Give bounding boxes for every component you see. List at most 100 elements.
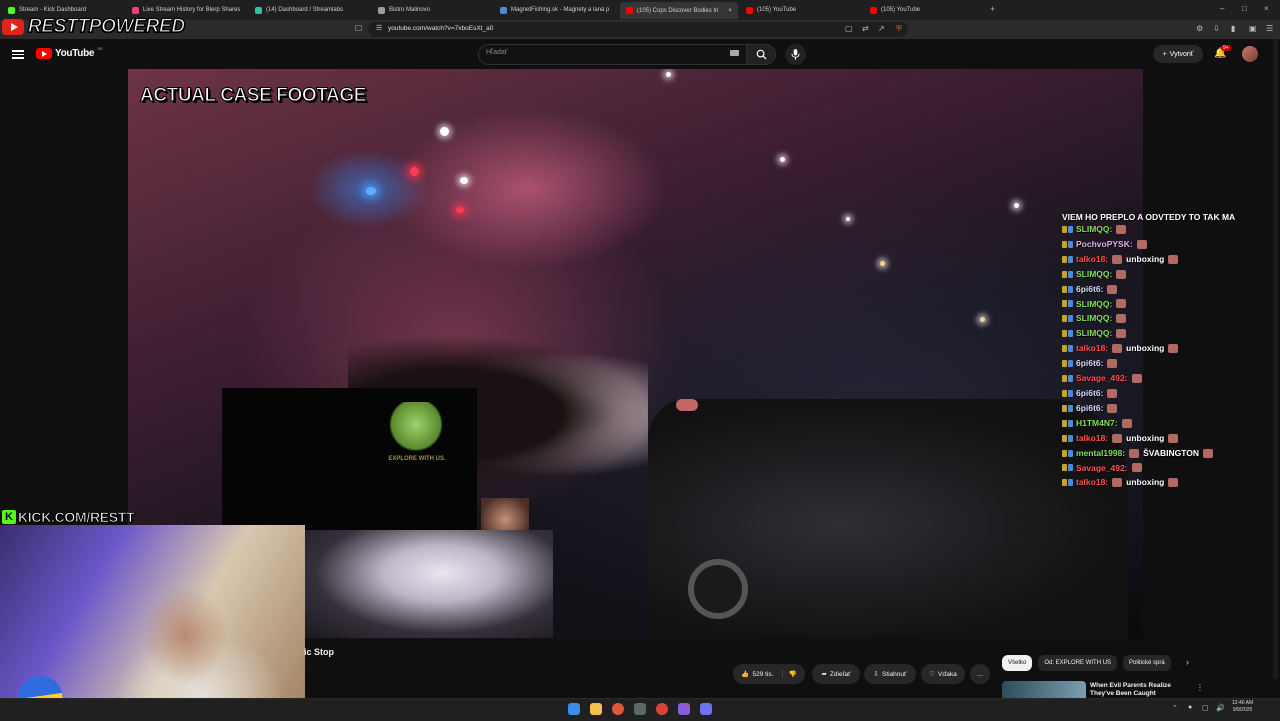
chat-username: 6pi6t6: <box>1076 387 1104 398</box>
chat-badges-icon <box>1062 330 1073 338</box>
maximize-button[interactable]: □ <box>1242 4 1247 13</box>
taskbar-app-icon[interactable] <box>678 703 690 715</box>
taskbar-app-icon[interactable] <box>634 703 646 715</box>
chat-message: 6pi6t6: <box>1062 356 1278 371</box>
chat-message: SLIMQQ: <box>1062 222 1278 237</box>
chevron-right-icon[interactable]: › <box>1186 657 1189 667</box>
chat-emote-icon <box>1107 403 1118 413</box>
more-actions-button[interactable]: … <box>970 664 990 684</box>
search-input[interactable] <box>478 44 747 65</box>
chip-from-channel[interactable]: Od: EXPLORE WITH US <box>1038 655 1118 671</box>
thanks-icon: ♡ <box>929 671 935 678</box>
plus-icon: + <box>1162 50 1167 58</box>
chat-message: SLIMQQ: <box>1062 326 1278 341</box>
tab-title: MagnetFishing.sk - Magnety a laná p <box>511 7 610 13</box>
dislike-icon[interactable]: 👎 <box>782 670 797 678</box>
sidebar-toggle-icon[interactable]: ▮ <box>1231 24 1235 33</box>
chat-badges-icon <box>1062 449 1073 457</box>
download-button[interactable]: ⇩ Stiahnuť <box>864 664 916 684</box>
menu-icon[interactable] <box>12 48 24 61</box>
tray-display-icon[interactable]: ▢ <box>1202 704 1209 712</box>
cast-icon[interactable]: ▢ <box>845 24 853 33</box>
scene-camera-feed <box>305 530 553 638</box>
tab-favicon <box>255 6 262 14</box>
chat-message: H1TM4N7: <box>1062 416 1278 431</box>
system-clock[interactable]: 12:40 AM 9/9/2025 <box>1232 700 1253 714</box>
tray-chevron-icon[interactable]: ⌃ <box>1172 704 1178 712</box>
tab-close-icon[interactable]: × <box>728 8 732 14</box>
chat-username: talko18: <box>1076 477 1109 488</box>
tab-favicon <box>870 6 877 14</box>
chat-badges-icon <box>1062 375 1073 383</box>
chat-username: PochvoPYSK: <box>1076 238 1133 249</box>
window-close-button[interactable]: × <box>1264 4 1269 13</box>
account-avatar[interactable] <box>1242 46 1258 62</box>
create-button[interactable]: + Vytvoriť <box>1153 45 1203 63</box>
chat-emote-icon <box>1131 463 1142 473</box>
url-text: youtube.com/watch?v=7xboEsXt_a0 <box>388 25 494 32</box>
recommended-video-title[interactable]: When Evil Parents Realize They've Been C… <box>1090 682 1190 698</box>
more-icon: … <box>976 670 984 678</box>
chat-message: 6pi6t6: <box>1062 401 1278 416</box>
chat-emote-icon <box>1121 418 1132 428</box>
chip-all[interactable]: Všetko <box>1002 655 1033 671</box>
chat-badges-icon <box>1062 404 1073 412</box>
voice-search-button[interactable] <box>785 44 806 65</box>
tray-network-icon[interactable]: ● <box>1188 704 1192 711</box>
notification-count-badge: 9+ <box>1221 45 1231 51</box>
wallet-icon[interactable]: ▣ <box>1249 24 1257 33</box>
kebab-menu-icon[interactable]: ⋮ <box>1196 683 1204 692</box>
tab-favicon <box>378 6 385 14</box>
region-code: SK <box>97 46 103 51</box>
chat-emote-icon <box>1116 299 1127 309</box>
tray-volume-icon[interactable]: 🔊 <box>1216 704 1225 712</box>
chat-emote-icon <box>1116 329 1127 339</box>
chat-badges-icon <box>1062 389 1073 397</box>
browser-tab[interactable]: (105) YouTube <box>746 3 796 17</box>
chat-badges-icon <box>1062 300 1073 308</box>
chat-message: Savage_492: <box>1062 371 1278 386</box>
police-light-red <box>410 167 419 176</box>
browser-tab-active[interactable]: (105) Cops Discover Bodies In × <box>620 2 738 19</box>
browser-menu-icon[interactable]: ☰ <box>1266 24 1273 33</box>
chat-emote-icon <box>1112 478 1123 488</box>
obs-icon[interactable] <box>656 703 668 715</box>
browser-tab[interactable]: (14) Dashboard / Streamlabs <box>255 3 343 17</box>
discord-icon[interactable] <box>700 703 712 715</box>
brave-shield-icon[interactable]: ⛨ <box>896 24 902 34</box>
chat-message: SLIMQQ: <box>1062 267 1278 282</box>
chat-badges-icon <box>1062 255 1073 263</box>
chat-username: Savage_492: <box>1076 373 1128 384</box>
share-page-icon[interactable]: ↗ <box>878 24 885 33</box>
translate-icon[interactable]: ⇄ <box>862 24 869 33</box>
chat-message: talko18: unboxing <box>1062 252 1278 267</box>
chat-username: SLIMQQ: <box>1076 268 1113 279</box>
bookmark-icon[interactable]: ☐ <box>355 24 362 33</box>
thanks-button[interactable]: ♡ Vďaka <box>921 664 965 684</box>
browser-tab[interactable]: Bistro Malinovo <box>378 3 430 17</box>
search-button[interactable] <box>746 44 776 65</box>
chat-username: talko18: <box>1076 432 1109 443</box>
chat-emote-icon <box>1168 344 1179 354</box>
like-button[interactable]: 👍 529 tis. 👎 <box>733 664 805 684</box>
keyboard-icon[interactable] <box>730 50 739 56</box>
extensions-icon[interactable]: ⚙ <box>1196 24 1203 33</box>
chip-political[interactable]: Politické sprá <box>1123 655 1171 671</box>
new-tab-button[interactable]: + <box>990 4 995 14</box>
browser-tab[interactable]: MagnetFishing.sk - Magnety a laná p <box>500 3 612 17</box>
minimize-button[interactable]: – <box>1220 4 1224 13</box>
chat-username: 6pi6t6: <box>1076 283 1104 294</box>
youtube-logo[interactable]: YouTube SK <box>36 46 103 59</box>
tab-favicon <box>626 7 633 14</box>
site-info-icon[interactable]: ☰ <box>376 24 382 32</box>
street-light <box>460 177 468 184</box>
windows-start-icon[interactable] <box>568 703 580 715</box>
tab-favicon <box>746 6 753 14</box>
share-icon: ➦ <box>821 671 827 678</box>
downloads-icon[interactable]: ⇩ <box>1213 24 1220 33</box>
browser-tab[interactable]: (105) YouTube <box>870 3 920 17</box>
file-explorer-icon[interactable] <box>590 703 602 715</box>
share-button[interactable]: ➦ Zdieľať <box>812 664 860 684</box>
chat-message-text: ŠVABINGTON <box>1143 447 1200 458</box>
brave-browser-icon[interactable] <box>612 703 624 715</box>
